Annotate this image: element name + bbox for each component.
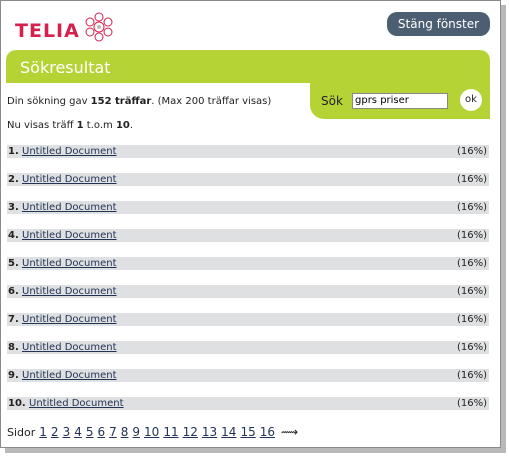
page-link-7[interactable]: 7	[109, 425, 117, 439]
telia-logo: TELIA	[15, 11, 145, 45]
result-score: (16%)	[456, 314, 487, 325]
result-link[interactable]: Untitled Document	[22, 369, 117, 382]
result-score: (16%)	[456, 230, 487, 241]
result-row: 1. Untitled Document (16%)	[7, 145, 489, 158]
result-score: (16%)	[456, 202, 487, 213]
result-number: 8.	[8, 342, 19, 353]
search-input[interactable]	[352, 93, 448, 109]
page-link-3[interactable]: 3	[63, 425, 71, 439]
page-link-11[interactable]: 11	[163, 425, 178, 439]
page-link-13[interactable]: 13	[202, 425, 217, 439]
page-link-16[interactable]: 16	[260, 425, 275, 439]
flower-icon	[85, 12, 113, 42]
result-row: 8. Untitled Document (16%)	[7, 341, 489, 354]
result-number: 10.	[8, 398, 26, 409]
page-link-12[interactable]: 12	[183, 425, 198, 439]
showing-range: Nu visas träff 1 t.o.m 10.	[7, 120, 134, 131]
result-row: 6. Untitled Document (16%)	[7, 285, 489, 298]
result-row: 5. Untitled Document (16%)	[7, 257, 489, 270]
page-link-15[interactable]: 15	[240, 425, 255, 439]
result-row: 4. Untitled Document (16%)	[7, 229, 489, 242]
hit-count: 152 träffar	[90, 96, 152, 107]
close-window-button[interactable]: Stäng fönster	[387, 12, 490, 36]
result-number: 4.	[8, 230, 19, 241]
page-title: Sökresultat	[20, 58, 111, 77]
result-number: 3.	[8, 202, 19, 213]
page-link-5[interactable]: 5	[86, 425, 94, 439]
page-link-14[interactable]: 14	[221, 425, 236, 439]
result-link[interactable]: Untitled Document	[22, 285, 117, 298]
result-score: (16%)	[456, 146, 487, 157]
pagination: Sidor 1 2 3 4 5 6 7 8 9 10 11 12 13 14 15 16 ⟿	[7, 425, 298, 439]
result-row: 2. Untitled Document (16%)	[7, 173, 489, 186]
search-panel: Sök ok	[310, 83, 490, 119]
result-number: 2.	[8, 174, 19, 185]
result-row: 7. Untitled Document (16%)	[7, 313, 489, 326]
page-link-2[interactable]: 2	[51, 425, 59, 439]
result-score: (16%)	[456, 370, 487, 381]
arrow-right-icon[interactable]: ⟿	[281, 425, 298, 439]
result-score: (16%)	[456, 342, 487, 353]
result-score: (16%)	[456, 286, 487, 297]
result-link[interactable]: Untitled Document	[22, 201, 117, 214]
page-link-8[interactable]: 8	[121, 425, 129, 439]
page-link-9[interactable]: 9	[132, 425, 140, 439]
result-link[interactable]: Untitled Document	[29, 397, 124, 410]
page-link-6[interactable]: 6	[97, 425, 105, 439]
hit-summary: Din sökning gav 152 träffar. (Max 200 tr…	[7, 96, 272, 107]
results-banner: Sökresultat	[6, 50, 490, 83]
result-number: 5.	[8, 258, 19, 269]
page-link-10[interactable]: 10	[144, 425, 159, 439]
logo-text: TELIA	[15, 20, 80, 42]
result-number: 6.	[8, 286, 19, 297]
result-score: (16%)	[456, 398, 487, 409]
result-row: 10. Untitled Document (16%)	[7, 397, 489, 410]
result-link[interactable]: Untitled Document	[22, 229, 117, 242]
result-link[interactable]: Untitled Document	[22, 145, 117, 158]
result-link[interactable]: Untitled Document	[22, 341, 117, 354]
page-link-1[interactable]: 1	[39, 425, 47, 439]
result-row: 9. Untitled Document (16%)	[7, 369, 489, 382]
popup-window: TELIA Stäng fönster Sökresultat Sök ok D…	[0, 0, 501, 448]
result-number: 1.	[8, 146, 19, 157]
result-number: 9.	[8, 370, 19, 381]
result-link[interactable]: Untitled Document	[22, 257, 117, 270]
search-ok-button[interactable]: ok	[460, 89, 482, 111]
result-score: (16%)	[456, 174, 487, 185]
result-link[interactable]: Untitled Document	[22, 313, 117, 326]
result-number: 7.	[8, 314, 19, 325]
result-row: 3. Untitled Document (16%)	[7, 201, 489, 214]
result-link[interactable]: Untitled Document	[22, 173, 117, 186]
result-score: (16%)	[456, 258, 487, 269]
search-label: Sök	[321, 94, 343, 108]
page-link-4[interactable]: 4	[74, 425, 82, 439]
pagination-label: Sidor	[7, 426, 36, 439]
